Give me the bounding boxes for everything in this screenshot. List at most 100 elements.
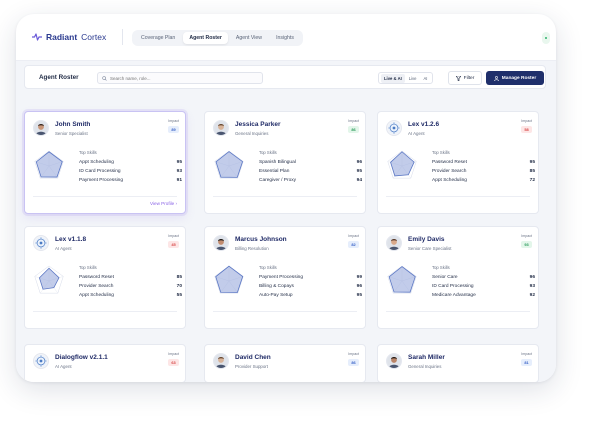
agent-card[interactable]: John Smith Senior Specialist Impact 89 Top S… (24, 111, 186, 214)
avatar-photo-icon (34, 121, 48, 135)
skill-name: Appt Scheduling (79, 293, 114, 298)
skill-name: Appt Scheduling (432, 178, 467, 183)
skill-score: 93 (176, 169, 182, 174)
skill-name: Billing & Copays (259, 284, 294, 289)
skill-score: 91 (176, 178, 182, 183)
segment-ai[interactable]: AI (420, 74, 430, 83)
skill-name: Provider Search (432, 169, 467, 174)
filter-button[interactable]: Filter (448, 71, 482, 85)
avatar-photo-icon (214, 121, 228, 135)
tab-agent-roster[interactable]: Agent Roster (183, 32, 228, 44)
skills-radar-chart (34, 150, 64, 179)
top-skills-heading: Top Skills (79, 150, 97, 155)
agent-name[interactable]: Emily Davis (408, 236, 445, 243)
agent-card[interactable]: Jessica Parker General Inquiries Impact 86 T… (204, 111, 366, 214)
divider (122, 29, 123, 45)
agent-card[interactable]: Lex v1.1.8 AI Agent Impact 45 Top Skills Pass… (24, 226, 186, 329)
manage-roster-label: Manage Roster (501, 75, 537, 81)
avatar (33, 120, 49, 136)
skill-row: Appt Scheduling 55 (79, 293, 182, 298)
agent-name[interactable]: David Chen (235, 354, 271, 361)
manage-roster-button[interactable]: Manage Roster (486, 71, 544, 85)
segment-live[interactable]: Live (406, 74, 420, 83)
agent-card[interactable]: Emily Davis Senior Care Specialist Impact 9… (377, 226, 539, 329)
agent-card[interactable]: Lex v1.2.6 AI Agent Impact 58 Top Skills Pass… (377, 111, 539, 214)
agent-name[interactable]: Dialogflow v2.1.1 (55, 354, 108, 361)
skill-row: Appt Scheduling 72 (432, 178, 535, 183)
skill-row: Password Reset 95 (432, 160, 535, 165)
skill-name: Payment Processing (259, 275, 303, 280)
avatar (213, 120, 229, 136)
skill-name: Password Reset (432, 160, 467, 165)
agent-name[interactable]: John Smith (55, 121, 90, 128)
skill-row: ID Card Processing 93 (79, 169, 182, 174)
tab-agent-view[interactable]: Agent View (230, 32, 268, 44)
agent-name[interactable]: Jessica Parker (235, 121, 281, 128)
skill-name: Spanish Bilingual (259, 160, 296, 165)
top-skills-heading: Top Skills (259, 150, 277, 155)
agent-card[interactable]: Dialogflow v2.1.1 AI Agent Impact 63 (24, 344, 186, 382)
ai-agent-icon (35, 355, 47, 367)
skills-radar-chart (214, 150, 244, 179)
skill-score: 85 (529, 169, 535, 174)
segment-live-ai[interactable]: Live & AI (381, 73, 405, 83)
skill-row: Billing & Copays 96 (259, 284, 362, 289)
search-icon (102, 76, 107, 81)
view-profile-link[interactable]: View Profile › (150, 201, 177, 206)
skill-score: 95 (356, 169, 362, 174)
impact-score-badge: 58 (521, 126, 532, 133)
view-profile-label: View Profile (150, 201, 175, 206)
skill-score: 96 (529, 275, 535, 280)
impact-label: Impact (168, 234, 179, 238)
skill-row: Auto-Pay Setup 95 (259, 293, 362, 298)
impact-label: Impact (168, 352, 179, 356)
impact-score-badge: 86 (348, 359, 359, 366)
impact-score-badge: 93 (521, 241, 532, 248)
avatar (386, 120, 402, 136)
main-tabs: Coverage Plan Agent Roster Agent View Insig… (132, 30, 303, 46)
top-skills-heading: Top Skills (432, 265, 450, 270)
skill-row: Payment Processing 91 (79, 178, 182, 183)
agent-card[interactable]: Marcus Johnson Billing Resolution Impact 82… (204, 226, 366, 329)
skill-name: Password Reset (79, 275, 114, 280)
page-title: Agent Roster (39, 74, 79, 81)
top-skills-heading: Top Skills (432, 150, 450, 155)
skills-radar-chart (34, 265, 64, 294)
agent-name[interactable]: Sarah Miller (408, 354, 445, 361)
skill-score: 96 (356, 160, 362, 165)
skill-row: Caregiver / Proxy 94 (259, 178, 362, 183)
impact-label: Impact (348, 234, 359, 238)
tab-coverage-plan[interactable]: Coverage Plan (135, 32, 181, 44)
avatar (386, 353, 402, 369)
agent-name[interactable]: Marcus Johnson (235, 236, 287, 243)
impact-score-badge: 45 (168, 241, 179, 248)
skill-name: ID Card Processing (79, 169, 121, 174)
card-divider (386, 196, 530, 197)
avatar (386, 235, 402, 251)
skill-name: Provider Search (79, 284, 114, 289)
agent-role: Senior Specialist (55, 131, 88, 136)
agent-name[interactable]: Lex v1.2.6 (408, 121, 439, 128)
avatar (33, 235, 49, 251)
skill-row: Appt Scheduling 95 (79, 160, 182, 165)
skill-score: 93 (529, 284, 535, 289)
card-divider (33, 311, 177, 312)
skill-score: 95 (356, 293, 362, 298)
search-box[interactable] (97, 72, 263, 84)
filter-label: Filter (463, 75, 475, 81)
skill-row: ID Card Processing 93 (432, 284, 535, 289)
skill-name: Medicare Advantage (432, 293, 476, 298)
card-divider (213, 311, 357, 312)
impact-score-badge: 89 (168, 126, 179, 133)
skill-score: 92 (529, 293, 535, 298)
agent-card[interactable]: David Chen Provider Support Impact 86 (204, 344, 366, 382)
agent-card[interactable]: Sarah Miller General Inquiries Impact 81 (377, 344, 539, 382)
tab-insights[interactable]: Insights (270, 32, 300, 44)
brand[interactable]: Radiant Cortex (32, 32, 106, 42)
agent-name[interactable]: Lex v1.1.8 (55, 236, 86, 243)
top-navigation: Radiant Cortex Coverage Plan Agent Roster… (16, 14, 556, 60)
skill-name: Payment Processing (79, 178, 123, 183)
card-divider (33, 196, 177, 197)
search-input[interactable] (110, 74, 260, 83)
filter-icon (455, 75, 461, 81)
